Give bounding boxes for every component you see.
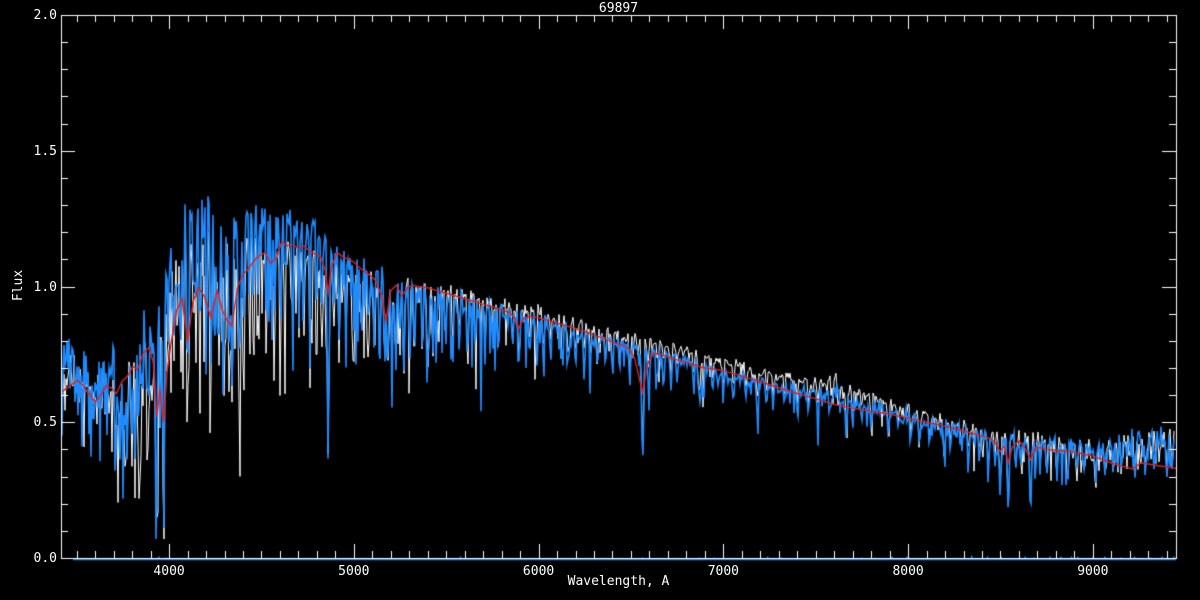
x-tick-label: 5000 — [338, 564, 370, 579]
y-tick-label: 0.5 — [33, 415, 57, 431]
y-tick-label: 0.0 — [33, 551, 57, 566]
spectrum-plot-canvas — [0, 0, 1200, 600]
x-tick-label: 9000 — [1077, 564, 1109, 579]
x-tick-label: 4000 — [153, 564, 185, 579]
x-tick-label: 8000 — [892, 564, 924, 579]
y-tick-label: 1.0 — [33, 279, 57, 295]
x-axis-label: Wavelength, A — [567, 574, 670, 589]
x-tick-label: 6000 — [522, 564, 555, 579]
spectrum-plot-window: 69897 Wavelength, A Flux 4000 5000 6000 700… — [0, 0, 1200, 600]
x-tick-label: 7000 — [707, 564, 739, 579]
plot-title: 69897 — [598, 1, 639, 16]
y-tick-label: 1.5 — [33, 143, 57, 159]
y-tick-label: 2.0 — [33, 8, 57, 23]
